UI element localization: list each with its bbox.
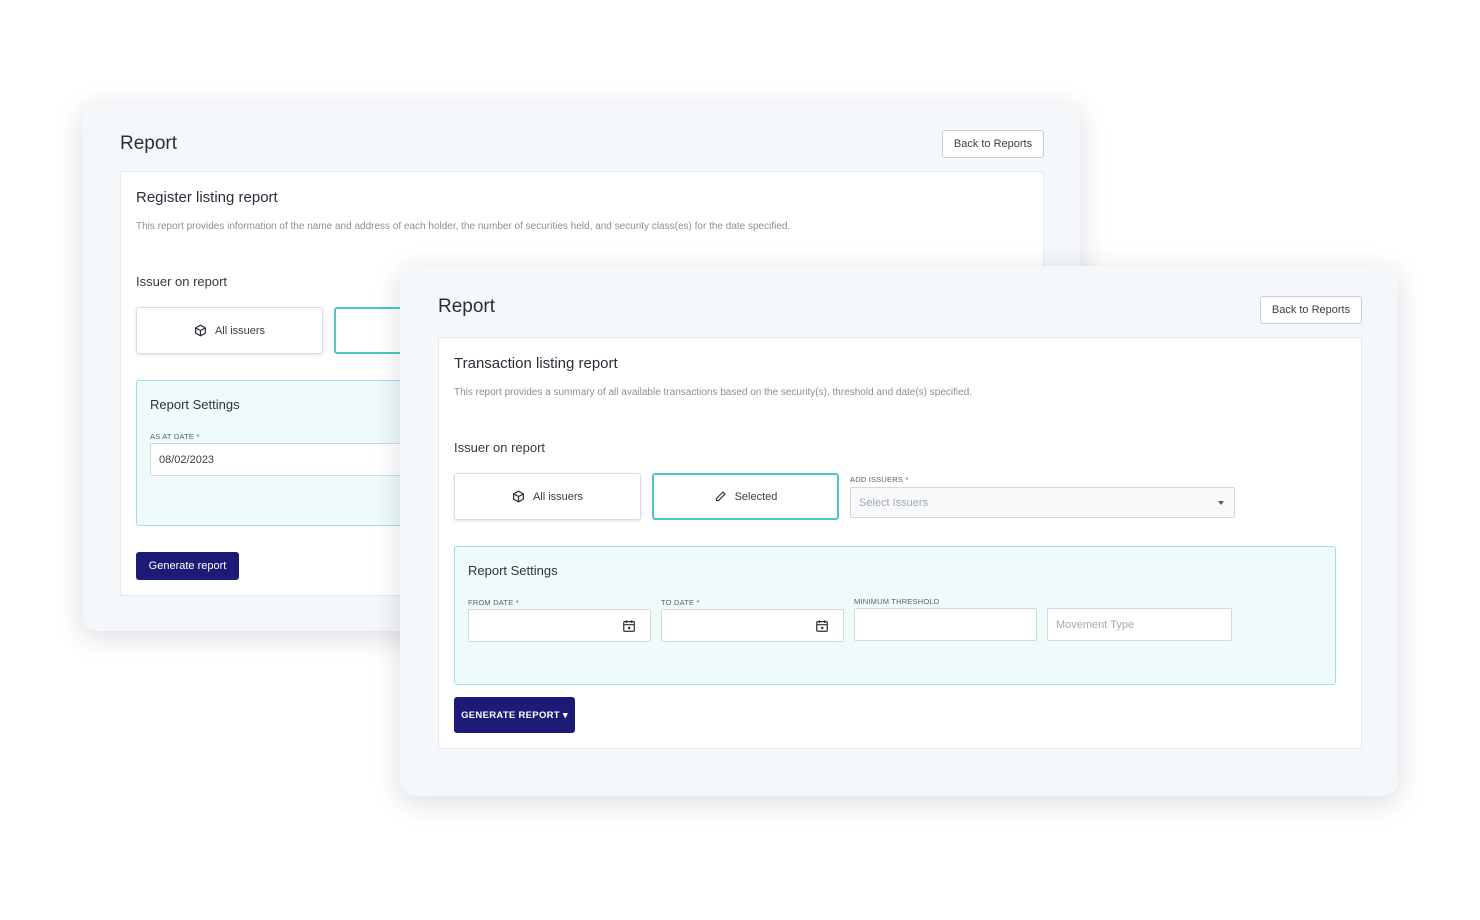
back-to-reports-button[interactable]: Back to Reports	[1260, 296, 1362, 324]
report-settings-title: Report Settings	[150, 397, 240, 412]
report-card: Transaction listing report This report p…	[438, 337, 1362, 749]
to-date-field[interactable]	[661, 609, 844, 642]
as-at-date-value: 08/02/2023	[159, 453, 215, 466]
calendar-icon[interactable]	[622, 619, 636, 633]
generate-report-dropdown-button[interactable]: GENERATE REPORT ▾	[454, 697, 575, 733]
from-date-field[interactable]	[468, 609, 651, 642]
issuer-section-label: Issuer on report	[454, 440, 546, 455]
pencil-icon	[715, 491, 726, 502]
report-description: This report provides information of the …	[136, 221, 791, 232]
report-title: Register listing report	[136, 189, 278, 206]
all-issuers-label: All issuers	[214, 324, 266, 337]
all-issuers-button[interactable]: All issuers	[454, 473, 641, 520]
calendar-icon[interactable]	[815, 619, 829, 633]
minimum-threshold-label: MINIMUM THRESHOLD	[854, 597, 940, 606]
movement-type-placeholder: Movement Type	[1056, 618, 1135, 631]
report-settings-title: Report Settings	[468, 563, 558, 578]
report-title: Transaction listing report	[454, 355, 618, 372]
all-issuers-label: All issuers	[532, 490, 584, 503]
selected-issuers-button[interactable]: Selected	[652, 473, 839, 520]
stage: Report Back to Reports Register listing …	[0, 0, 1480, 920]
page-title: Report	[438, 296, 496, 317]
select-issuers-placeholder: Select Issuers	[859, 496, 929, 509]
report-settings-panel: Report Settings FROM DATE * TO DATE * MI…	[454, 546, 1336, 685]
select-issuers-dropdown[interactable]: Select Issuers	[850, 487, 1235, 518]
chevron-down-icon	[1218, 501, 1224, 505]
minimum-threshold-field[interactable]	[854, 608, 1037, 641]
back-to-reports-button[interactable]: Back to Reports	[942, 130, 1044, 158]
generate-report-button[interactable]: Generate report	[136, 552, 239, 580]
cube-icon	[512, 490, 524, 503]
selected-label: Selected	[734, 490, 778, 503]
movement-type-field[interactable]: Movement Type	[1047, 608, 1232, 641]
as-at-date-label: AS AT DATE *	[150, 432, 200, 441]
report-description: This report provides a summary of all av…	[454, 387, 973, 398]
add-issuers-label: ADD ISSUERS *	[850, 475, 909, 484]
transaction-report-window: Report Back to Reports Transaction listi…	[400, 266, 1398, 796]
cube-icon	[194, 324, 206, 337]
issuer-section-label: Issuer on report	[136, 274, 228, 289]
to-date-label: TO DATE *	[661, 598, 700, 607]
page-title: Report	[120, 133, 178, 154]
from-date-label: FROM DATE *	[468, 598, 519, 607]
all-issuers-button[interactable]: All issuers	[136, 307, 323, 354]
